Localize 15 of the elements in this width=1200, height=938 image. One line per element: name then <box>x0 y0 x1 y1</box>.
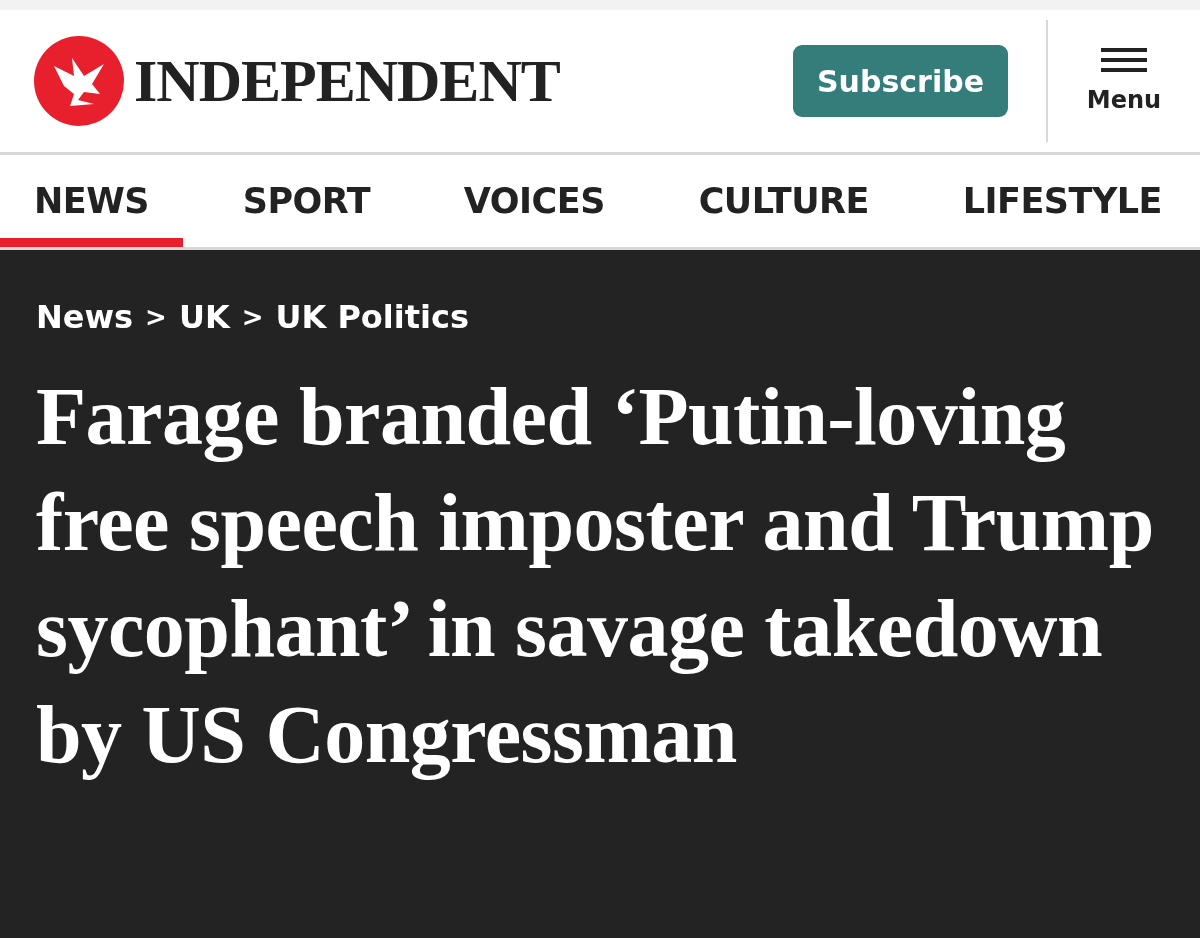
eagle-logo-icon <box>34 36 124 126</box>
nav-tab[interactable]: VOICES <box>429 155 639 247</box>
nav-tab[interactable]: LIFESTYLE <box>928 155 1200 247</box>
nav-tab[interactable]: SPORT <box>208 155 405 247</box>
menu-button[interactable]: Menu <box>1046 20 1200 142</box>
breadcrumb-link[interactable]: UK <box>178 298 230 336</box>
breadcrumb-separator: > <box>145 302 167 332</box>
breadcrumb-link[interactable]: News <box>36 298 134 336</box>
menu-icon <box>1101 48 1147 72</box>
site-logo-text[interactable]: INDEPENDENT <box>134 46 560 116</box>
subscribe-button[interactable]: Subscribe <box>793 45 1008 117</box>
article-headline: Farage branded ‘Putin-loving free speech imposter and Trump sycophant’ in savage takedown by US Congressman <box>36 370 1155 782</box>
breadcrumb-separator: > <box>241 302 264 332</box>
breadcrumb-link[interactable]: UK Politics <box>275 298 470 336</box>
nav-tab[interactable]: CULTURE <box>664 155 903 247</box>
